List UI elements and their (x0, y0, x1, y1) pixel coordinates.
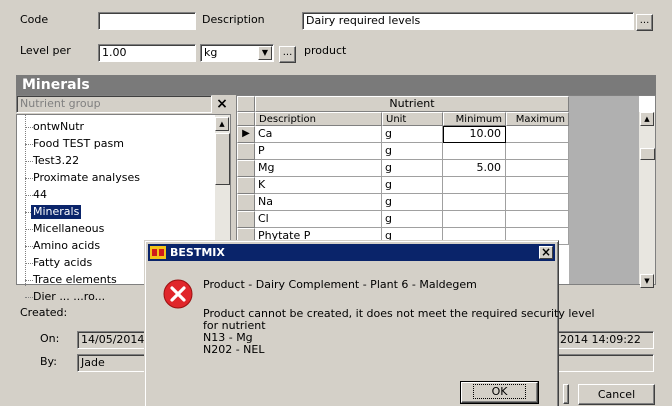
grid-cell-unit[interactable]: g (382, 143, 443, 160)
dialog-message-line1: Product - Dairy Complement - Plant 6 - M… (203, 278, 477, 291)
row-header-corner (237, 112, 255, 126)
column-header[interactable]: Unit (382, 112, 443, 126)
scroll-down-icon[interactable]: ▼ (640, 274, 654, 288)
row-selector[interactable] (237, 211, 255, 228)
close-icon[interactable]: × (214, 96, 230, 112)
description-field[interactable]: Dairy required levels (302, 12, 634, 30)
grid-scrollbar[interactable]: ▲ ▼ (639, 112, 655, 288)
unit-select[interactable]: kg ▼ (200, 44, 274, 62)
column-header[interactable]: Maximum (506, 112, 569, 126)
grid-cell-maximum[interactable] (506, 194, 569, 211)
grid-cell-description[interactable]: Ca (255, 126, 382, 143)
ok-button-label: OK (472, 384, 527, 399)
row-selector[interactable] (237, 143, 255, 160)
level-per-label: Level per (20, 44, 71, 57)
grid-cell-minimum[interactable] (443, 211, 506, 228)
row-selector[interactable] (237, 177, 255, 194)
grid-cell-maximum[interactable] (506, 143, 569, 160)
dialog-title: BESTMIX (170, 246, 225, 259)
error-icon (163, 279, 193, 309)
grid-cell-maximum[interactable] (506, 211, 569, 228)
modified-by-field[interactable] (556, 354, 654, 372)
by-label: By: (40, 355, 57, 368)
row-selector[interactable] (237, 160, 255, 177)
grid-cell-unit[interactable]: g (382, 160, 443, 177)
grid-cell-description[interactable]: P (255, 143, 382, 160)
grid-cell-unit[interactable]: g (382, 177, 443, 194)
created-by-field[interactable]: Jade (77, 354, 147, 372)
modified-on-field[interactable]: 2014 14:09:22 (556, 331, 654, 349)
error-dialog: BESTMIX × Product - Dairy Complement - P… (144, 240, 595, 406)
grid-cell-unit[interactable]: g (382, 211, 443, 228)
tree-item[interactable]: Amino acids (33, 239, 100, 253)
grid-cell-description[interactable]: K (255, 177, 382, 194)
grid-cell-maximum[interactable] (506, 126, 569, 143)
grid-cell-minimum[interactable] (443, 177, 506, 194)
grid-cell-maximum[interactable] (506, 177, 569, 194)
nutrient-group-search[interactable]: Nutrient group (16, 95, 212, 113)
on-label: On: (40, 332, 60, 345)
ok-button[interactable]: OK (460, 381, 539, 404)
grid-cell-description[interactable]: Na (255, 194, 382, 211)
tree-item[interactable]: Food TEST pasm (33, 137, 124, 151)
created-on-field[interactable]: 14/05/2014 (77, 331, 147, 349)
scroll-up-icon[interactable]: ▲ (640, 112, 654, 126)
grid-cell-unit[interactable]: g (382, 126, 443, 143)
grid-cell-minimum[interactable]: 10.00 (443, 126, 506, 143)
tree-item[interactable]: Dier ... ...ro... (33, 290, 105, 304)
grid-cell-minimum[interactable] (443, 194, 506, 211)
column-header[interactable]: Description (255, 112, 382, 126)
unit-browse-button[interactable]: ... (279, 46, 296, 63)
level-per-field[interactable]: 1.00 (98, 44, 196, 62)
tree-item[interactable]: Proximate analyses (33, 171, 140, 185)
close-icon[interactable]: × (539, 246, 553, 259)
code-label: Code (20, 13, 49, 26)
tree-item[interactable]: Minerals (31, 205, 82, 219)
grid-cell-description[interactable]: Mg (255, 160, 382, 177)
description-browse-button[interactable]: ... (636, 14, 653, 31)
row-selector[interactable]: ▶ (237, 126, 255, 143)
product-label: product (304, 44, 347, 57)
tree-scroll-thumb[interactable] (215, 133, 230, 185)
column-header[interactable]: Minimum (443, 112, 506, 126)
tree-item[interactable]: Test3.22 (33, 154, 79, 168)
tree-item[interactable]: Micellaneous (33, 222, 104, 236)
grid-scroll-thumb[interactable] (640, 148, 655, 160)
grid-cell-description[interactable]: Cl (255, 211, 382, 228)
code-field[interactable] (98, 12, 196, 30)
grid-cell-minimum[interactable] (443, 143, 506, 160)
created-label: Created: (20, 306, 68, 319)
footer-button-partial[interactable] (563, 384, 569, 404)
grid-group-header: Nutrient (255, 96, 569, 112)
row-selector[interactable] (237, 194, 255, 211)
unit-select-value: kg (204, 46, 218, 59)
tree-item[interactable]: ontwNutr (33, 120, 84, 134)
tree-item[interactable]: Fatty acids (33, 256, 92, 270)
dialog-titlebar: BESTMIX × (148, 244, 555, 261)
chevron-down-icon[interactable]: ▼ (258, 46, 272, 60)
section-title: Minerals (16, 75, 656, 95)
tree-item[interactable]: 44 (33, 188, 47, 202)
grid-cell-minimum[interactable]: 5.00 (443, 160, 506, 177)
app-icon (150, 246, 166, 259)
tree-item[interactable]: Trace elements (33, 273, 117, 287)
grid-cell-unit[interactable]: g (382, 194, 443, 211)
grid-empty-area (569, 96, 639, 284)
dialog-message-line5: N202 - NEL (203, 343, 265, 356)
grid-cell-maximum[interactable] (506, 160, 569, 177)
cancel-button[interactable]: Cancel (578, 384, 655, 405)
description-label: Description (202, 13, 265, 26)
scroll-up-icon[interactable]: ▲ (215, 117, 229, 131)
